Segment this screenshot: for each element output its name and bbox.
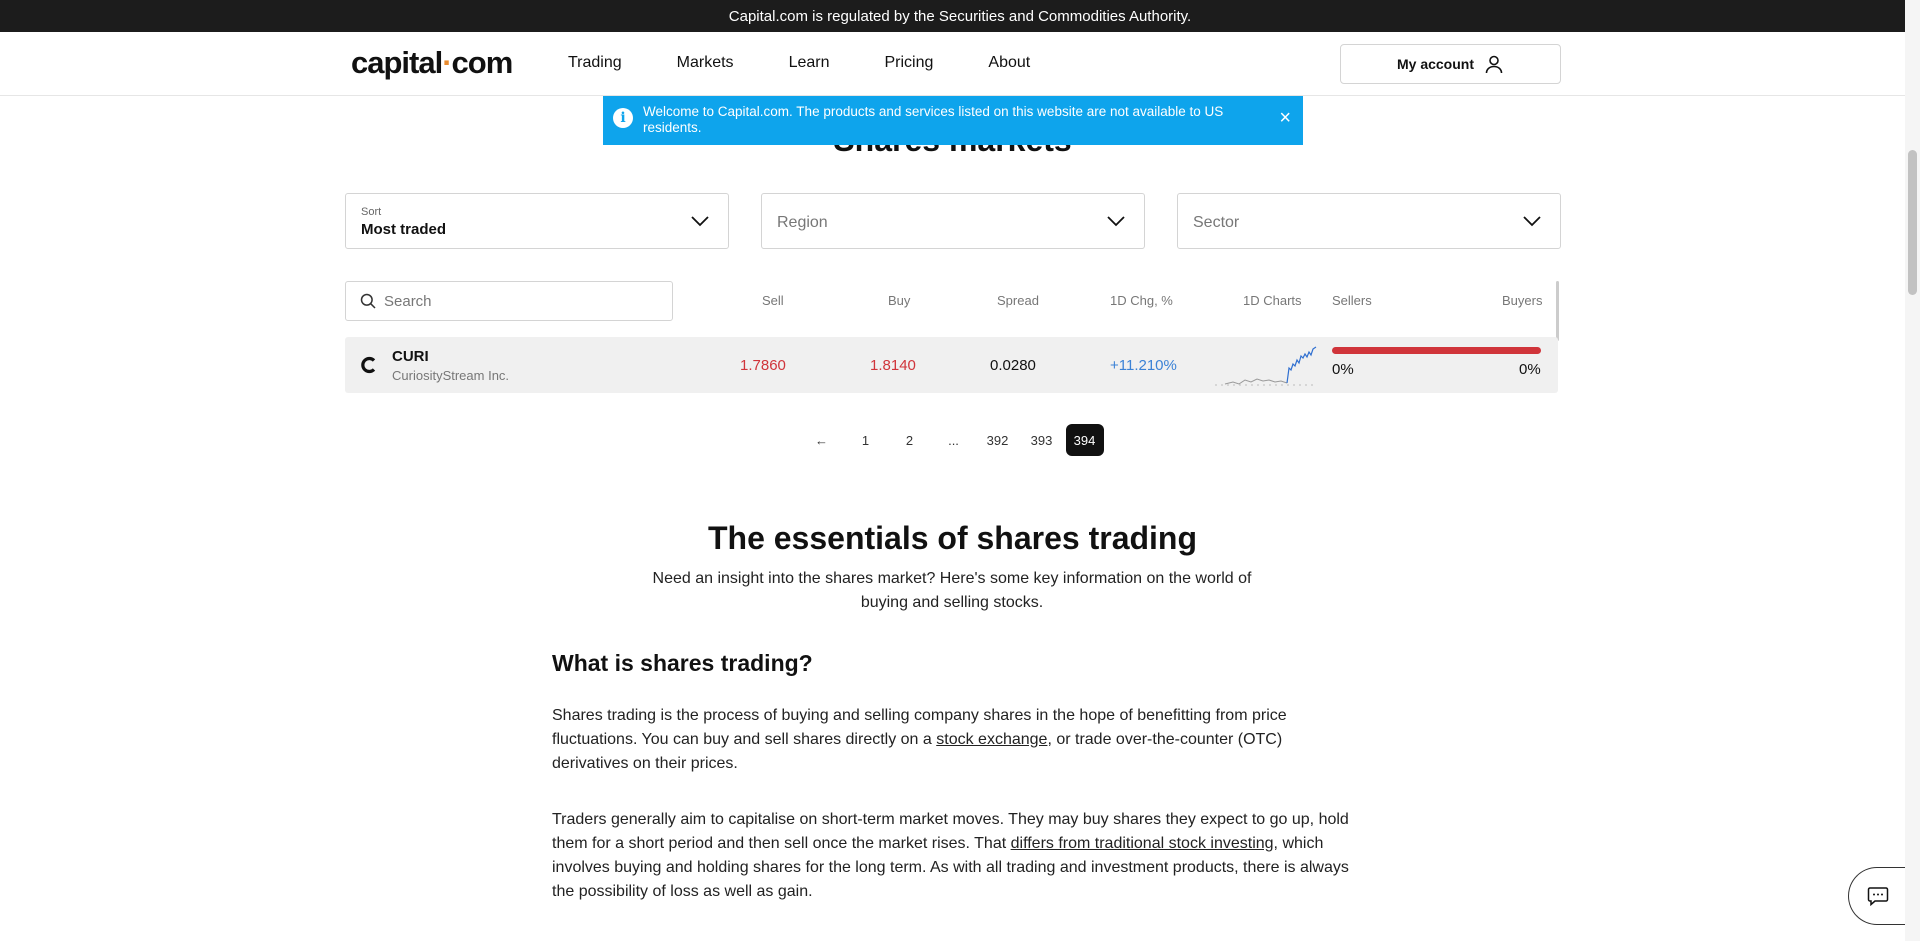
nav-trading[interactable]: Trading <box>568 54 622 72</box>
header-buyers: Buyers <box>1502 293 1543 308</box>
page-394-current[interactable]: 394 <box>1065 424 1104 456</box>
chevron-down-icon <box>1107 216 1125 227</box>
chevron-down-icon <box>691 216 709 227</box>
info-icon: i <box>613 108 633 128</box>
essentials-title: The essentials of shares trading <box>707 520 1198 556</box>
search-icon <box>360 293 376 309</box>
header-buy: Buy <box>888 293 911 308</box>
banner-text: Welcome to Capital.com. The products and… <box>643 104 1224 135</box>
main-navigation: capital·com Trading Markets Learn Pricin… <box>0 32 1905 96</box>
what-is-shares-trading-heading: What is shares trading? <box>552 650 813 676</box>
user-icon <box>1485 55 1503 74</box>
market-search[interactable] <box>345 281 673 321</box>
nav-learn[interactable]: Learn <box>789 54 830 72</box>
instrument-symbol: CURI <box>392 348 429 365</box>
sentiment-bar <box>1332 347 1541 354</box>
sparkline-chart <box>1215 346 1317 386</box>
paragraph-2: Traders generally aim to capitalise on s… <box>552 808 1352 904</box>
regulatory-text: Capital.com is regulated by the Securiti… <box>728 7 1192 25</box>
regulatory-bar: Capital.com is regulated by the Securiti… <box>0 0 1920 32</box>
page-ellipsis: ... <box>948 432 959 448</box>
sort-dropdown[interactable]: Sort Most traded <box>345 193 729 249</box>
chevron-down-icon <box>1523 216 1541 227</box>
stock-exchange-link[interactable]: stock exchange <box>936 731 1047 748</box>
my-account-button[interactable]: My account <box>1340 44 1561 84</box>
sector-placeholder: Sector <box>1193 214 1240 231</box>
spread-value: 0.0280 <box>990 357 1036 374</box>
sell-price[interactable]: 1.7860 <box>740 357 786 374</box>
page-1[interactable]: 1 <box>846 424 886 456</box>
stock-investing-link[interactable]: differs from traditional stock investing <box>1011 835 1274 852</box>
buy-price[interactable]: 1.8140 <box>870 357 916 374</box>
sparkline-blue <box>1286 346 1317 384</box>
nav-pricing[interactable]: Pricing <box>884 54 933 72</box>
instrument-name: CuriosityStream Inc. <box>392 368 510 383</box>
logo-text-right: com <box>451 45 514 80</box>
page-2[interactable]: 2 <box>890 424 930 456</box>
sort-value: Most traded <box>361 221 447 238</box>
curiositystream-logo-icon <box>361 356 376 374</box>
sort-label: Sort <box>361 206 382 218</box>
logo-text-left: capital <box>351 45 443 80</box>
prev-page-arrow-icon[interactable]: ← <box>802 424 842 456</box>
table-scrollbar[interactable] <box>1556 281 1559 341</box>
sector-dropdown[interactable]: Sector <box>1177 193 1561 249</box>
region-dropdown[interactable]: Region <box>761 193 1145 249</box>
header-sell: Sell <box>762 293 784 308</box>
buyers-percent: 0% <box>1519 361 1541 378</box>
nav-about[interactable]: About <box>988 54 1030 72</box>
capital-logo[interactable]: capital·com <box>351 45 514 81</box>
chat-button[interactable] <box>1848 867 1906 925</box>
header-charts: 1D Charts <box>1243 293 1302 308</box>
nav-links: Trading Markets Learn Pricing About <box>568 54 1085 72</box>
scrollbar-thumb[interactable] <box>1908 150 1917 295</box>
page-392[interactable]: 392 <box>978 424 1018 456</box>
change-percent: +11.210% <box>1110 357 1177 374</box>
header-change[interactable]: 1D Chg, % <box>1110 293 1173 308</box>
region-placeholder: Region <box>777 214 828 231</box>
logo-dot: · <box>442 45 452 80</box>
us-residents-banner: i Welcome to Capital.com. The products a… <box>603 96 1303 145</box>
header-spread: Spread <box>997 293 1039 308</box>
close-icon[interactable]: × <box>1279 108 1291 128</box>
search-input[interactable] <box>384 292 654 310</box>
sellers-percent: 0% <box>1332 361 1354 378</box>
page-393[interactable]: 393 <box>1022 424 1062 456</box>
chat-icon <box>1867 887 1888 906</box>
header-sellers: Sellers <box>1332 293 1372 308</box>
table-row[interactable]: CURI CuriosityStream Inc. 1.7860 1.8140 … <box>345 337 1558 393</box>
nav-markets[interactable]: Markets <box>677 54 734 72</box>
essentials-subtitle: Need an insight into the shares market? … <box>652 570 1252 611</box>
paragraph-1: Shares trading is the process of buying … <box>552 704 1352 776</box>
page-scrollbar[interactable] <box>1905 0 1920 941</box>
my-account-label: My account <box>1396 56 1474 72</box>
pagination: ← 1 2 ... 392 393 394 <box>0 424 1905 456</box>
sparkline-gray <box>1224 378 1288 385</box>
